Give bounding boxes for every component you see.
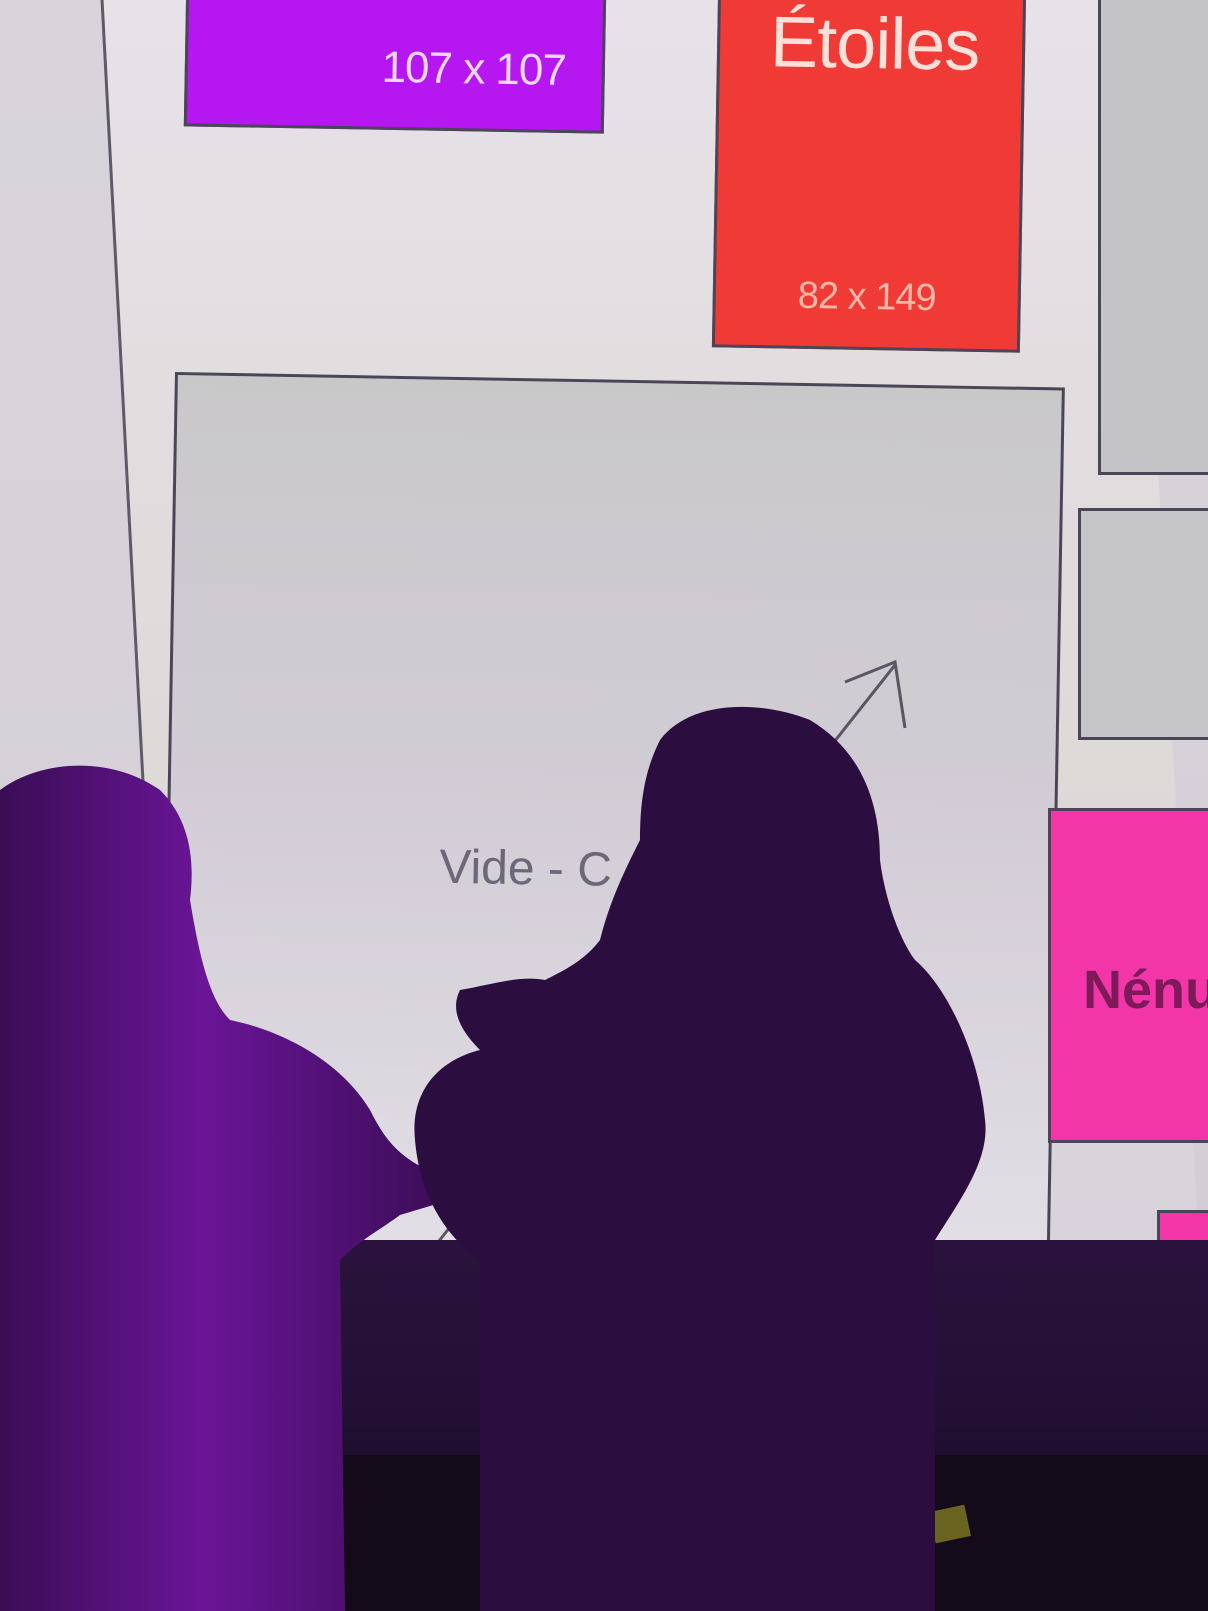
left-person-silhouette bbox=[0, 765, 450, 1611]
two-people-silhouette bbox=[0, 706, 986, 1611]
right-person-silhouette bbox=[414, 706, 986, 1611]
photo-scene: 107 x 107 Étoiles 82 x 149 Vide - C Nénu bbox=[0, 0, 1208, 1611]
